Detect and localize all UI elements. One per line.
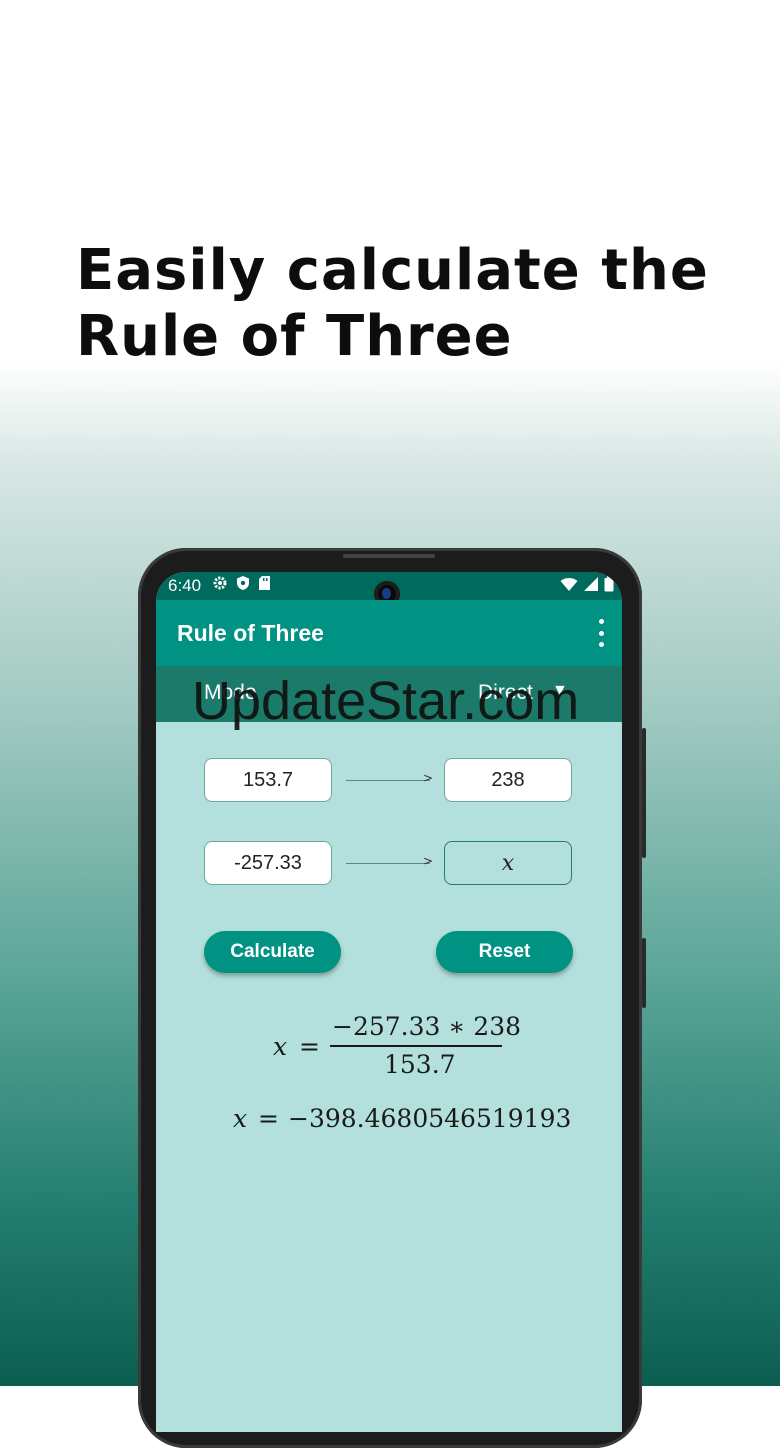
- wifi-icon: [560, 576, 578, 597]
- unknown-x-field: x: [444, 841, 572, 885]
- input-c-field[interactable]: -257.33: [204, 841, 332, 885]
- headline-line-1: Easily calculate the: [76, 238, 709, 303]
- arrow-line: [346, 863, 430, 864]
- arrow-right-icon: >: [423, 771, 434, 785]
- volume-button: [642, 728, 646, 858]
- power-button: [642, 938, 646, 1008]
- shield-icon: [236, 575, 250, 596]
- mode-bar: Mode Direct ▼: [156, 666, 622, 722]
- result-equals: =: [299, 1032, 320, 1061]
- result-var: x: [273, 1032, 288, 1061]
- more-vert-icon[interactable]: [596, 619, 606, 647]
- result-value: −398.4680546519193: [288, 1104, 572, 1133]
- result-value-var: x: [233, 1104, 248, 1133]
- sd-card-icon: [258, 575, 271, 596]
- result-numerator: −257.33 ∗ 238: [332, 1012, 522, 1041]
- phone-speaker: [343, 554, 435, 558]
- headline: Easily calculate the Rule of Three: [76, 238, 756, 370]
- chevron-down-icon[interactable]: ▼: [552, 682, 568, 700]
- arrow-right-icon: >: [423, 854, 434, 868]
- result-denominator: 153.7: [384, 1050, 456, 1079]
- reset-button[interactable]: Reset: [436, 931, 573, 973]
- calculate-button[interactable]: Calculate: [204, 931, 341, 973]
- result-value-equals: =: [258, 1104, 279, 1133]
- input-b-field[interactable]: 238: [444, 758, 572, 802]
- gear-icon: [212, 575, 228, 596]
- mode-dropdown[interactable]: Direct: [478, 681, 533, 705]
- phone-screen: 6:40 Rule of Three Mode Direct ▼ 153.7 >…: [156, 572, 622, 1432]
- input-a-field[interactable]: 153.7: [204, 758, 332, 802]
- app-bar: Rule of Three: [156, 600, 622, 666]
- signal-icon: [583, 576, 599, 597]
- fraction-bar: [330, 1045, 502, 1047]
- headline-line-2: Rule of Three: [76, 304, 513, 369]
- app-title: Rule of Three: [177, 620, 324, 646]
- status-time: 6:40: [168, 576, 202, 595]
- arrow-line: [346, 780, 430, 781]
- battery-icon: [604, 576, 614, 597]
- mode-label: Mode: [204, 681, 257, 704]
- phone-frame: 6:40 Rule of Three Mode Direct ▼ 153.7 >…: [138, 548, 646, 1448]
